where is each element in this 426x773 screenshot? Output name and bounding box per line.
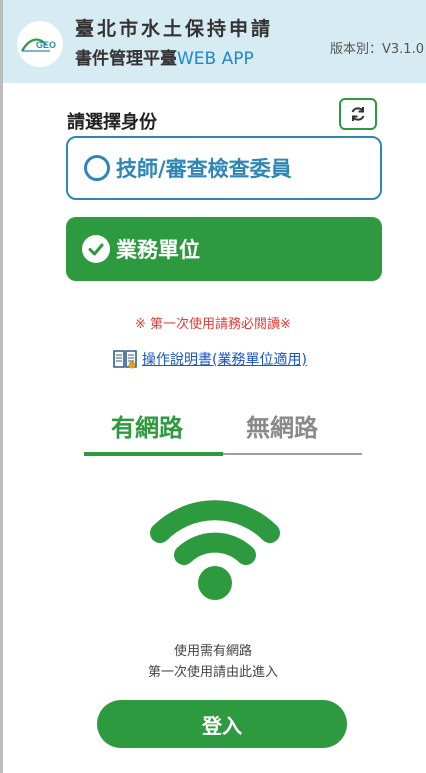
tab-online[interactable]: 有網路 xyxy=(111,408,183,443)
app-title-line1: 臺北市水土保持申請 xyxy=(75,18,274,40)
role-option-business-unit[interactable]: 業務單位 xyxy=(66,217,382,281)
login-button[interactable]: 登入 xyxy=(97,700,347,748)
role-option-technician[interactable]: 技師/審查檢查委員 xyxy=(66,136,382,200)
app-title-accent: WEB APP xyxy=(177,49,254,69)
manual-link-row[interactable]: 操作說明書(業務單位適用) xyxy=(112,348,307,370)
logo-text: GEO xyxy=(36,40,56,50)
role-option-technician-label: 技師/審查檢查委員 xyxy=(116,157,292,181)
tab-offline[interactable]: 無網路 xyxy=(246,408,318,443)
check-circle-icon xyxy=(82,235,110,263)
refresh-button[interactable] xyxy=(339,98,377,130)
tab-active-indicator xyxy=(84,452,223,456)
network-desc-line2: 第一次使用請由此進入 xyxy=(147,665,278,680)
app-title-line2: 書件管理平臺WEB APP xyxy=(75,44,254,69)
manual-link[interactable]: 操作說明書(業務單位適用) xyxy=(142,349,307,369)
book-icon xyxy=(113,350,137,369)
radio-unchecked-icon xyxy=(84,155,110,181)
app-screen: GEO 臺北市水土保持申請 書件管理平臺WEB APP 版本別：V3.1.0 請… xyxy=(0,0,426,773)
first-use-notice: ※ 第一次使用請務必閱讀※ xyxy=(135,317,291,332)
refresh-icon xyxy=(351,107,365,121)
geo-logo: GEO xyxy=(17,21,63,67)
identity-section-label: 請選擇身份 xyxy=(67,112,157,133)
app-title-prefix: 書件管理平臺 xyxy=(75,49,177,69)
wifi-icon xyxy=(150,500,280,600)
network-desc-line1: 使用需有網路 xyxy=(173,644,252,659)
role-option-business-unit-label: 業務單位 xyxy=(116,238,200,262)
app-header: GEO 臺北市水土保持申請 書件管理平臺WEB APP 版本別：V3.1.0 xyxy=(3,0,426,83)
geo-logo-icon: GEO xyxy=(21,38,56,52)
version-label: 版本別：V3.1.0 xyxy=(330,42,424,57)
